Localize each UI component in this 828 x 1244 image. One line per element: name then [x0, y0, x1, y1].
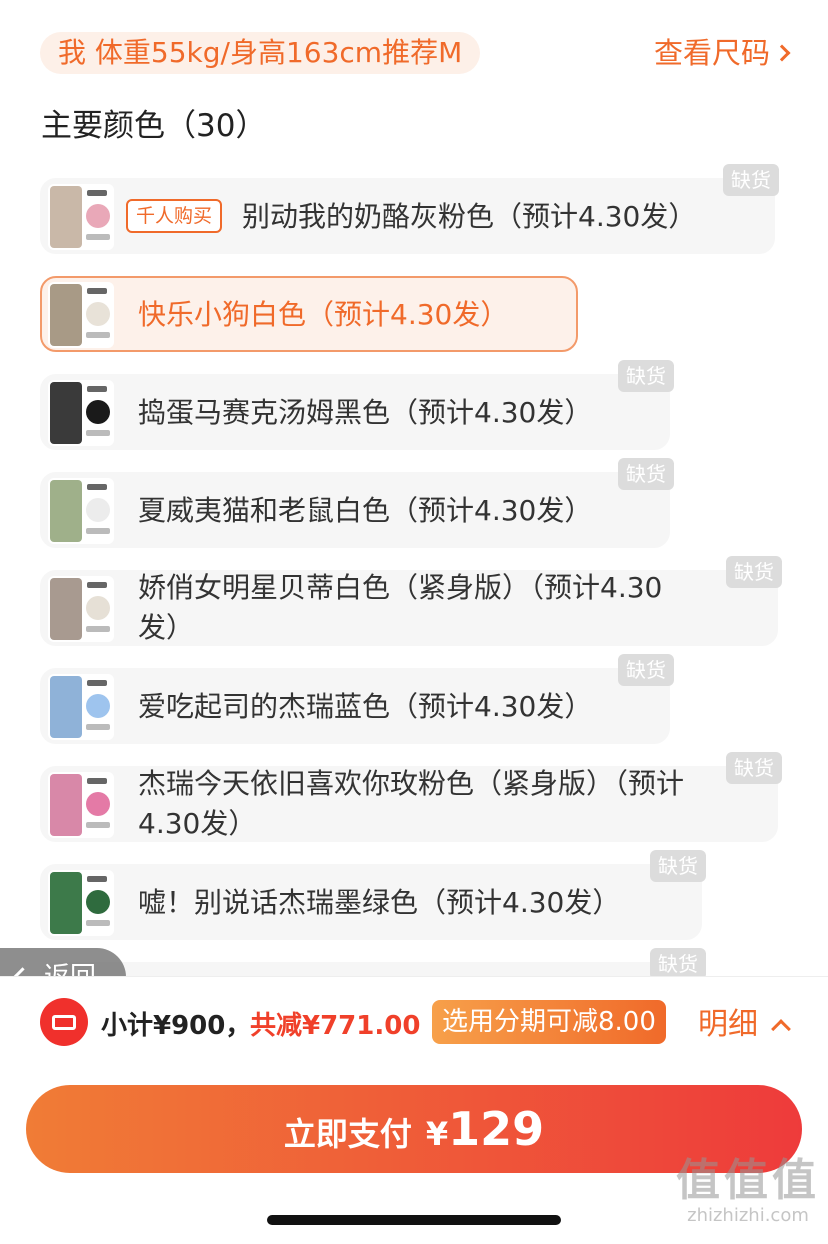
option-label: 别动我的奶酪灰粉色（预计4.30发） [242, 200, 697, 233]
color-option[interactable]: 嘘！别说话杰瑞墨绿色（预计4.30发） 缺货 [40, 850, 706, 940]
option-thumbnail [48, 870, 114, 936]
option-thumbnail [48, 576, 114, 642]
color-option[interactable]: 爱吃起司的杰瑞蓝色（预计4.30发） 缺货 [40, 654, 674, 744]
option-thumbnail [48, 478, 114, 544]
option-thumbnail [48, 674, 114, 740]
out-of-stock-badge: 缺货 [650, 850, 706, 882]
out-of-stock-badge: 缺货 [726, 556, 782, 588]
watermark-url: zhizhizhi.com [687, 1205, 809, 1226]
pay-amount: 129 [448, 1102, 545, 1156]
size-recommendation: 我 体重55kg/身高163cm推荐M [40, 32, 481, 74]
size-chart-link[interactable]: 查看尺码 [653, 32, 791, 74]
chevron-up-icon [771, 1019, 791, 1039]
pay-label: 立即支付 [283, 1115, 412, 1153]
out-of-stock-badge: 缺货 [618, 458, 674, 490]
option-label: 嘘！别说话杰瑞墨绿色（预计4.30发） [138, 886, 621, 919]
option-label: 杰瑞今天依旧喜欢你玫粉色（紧身版）（预计 [138, 767, 685, 800]
out-of-stock-badge: 缺货 [618, 360, 674, 392]
color-option[interactable]: 快乐小狗白色（预计4.30发） [40, 276, 578, 352]
checkout-bar: 小计¥900， 共减¥771.00 选用分期可减8.00 明细 立即支付 ¥129… [0, 976, 828, 1244]
watermark-logo: 值值值 [676, 1155, 820, 1206]
chevron-right-icon [773, 44, 791, 62]
total-discount: 共减¥771.00 [250, 1011, 421, 1041]
option-thumbnail [48, 772, 114, 838]
popular-badge: 千人购买 [126, 199, 223, 233]
color-option[interactable]: 杰瑞今天依旧喜欢你玫粉色（紧身版）（预计 4.30发） 缺货 [40, 752, 782, 842]
out-of-stock-badge: 缺货 [618, 654, 674, 686]
color-option[interactable]: 夏威夷猫和老鼠白色（预计4.30发） 缺货 [40, 458, 674, 548]
option-label-cont: 4.30发） [138, 807, 257, 840]
option-label-cont: 发） [138, 611, 195, 644]
color-option[interactable]: 缺货 [40, 948, 706, 976]
option-thumbnail [48, 380, 114, 446]
option-label: 爱吃起司的杰瑞蓝色（预计4.30发） [138, 690, 593, 723]
sku-sheet: 我 体重55kg/身高163cm推荐M 查看尺码 主要颜色（30） 千人购买 别动… [14, 0, 814, 976]
out-of-stock-badge: 缺货 [723, 164, 779, 196]
watermark: 值值值 zhizhizhi.com [676, 1157, 820, 1227]
option-label: 快乐小狗白色（预计4.30发） [138, 298, 509, 331]
home-indicator[interactable] [267, 1215, 561, 1225]
subtotal: 小计¥900， [101, 1011, 252, 1041]
details-label: 明细 [698, 1007, 758, 1042]
pay-currency: ¥ [425, 1115, 449, 1153]
color-option[interactable]: 娇俏女明星贝蒂白色（紧身版）（预计4.30 发） 缺货 [40, 556, 782, 646]
installment-badge[interactable]: 选用分期可减8.00 [432, 1000, 666, 1044]
color-option[interactable]: 捣蛋马赛克汤姆黑色（预计4.30发） 缺货 [40, 360, 674, 450]
option-thumbnail [48, 282, 114, 348]
option-thumbnail [48, 184, 114, 250]
color-option[interactable]: 千人购买 别动我的奶酪灰粉色（预计4.30发） 缺货 [40, 164, 779, 254]
out-of-stock-badge: 缺货 [650, 948, 706, 976]
out-of-stock-badge: 缺货 [726, 752, 782, 784]
section-title: 主要颜色（30） [41, 108, 267, 144]
details-toggle[interactable]: 明细 [698, 999, 791, 1043]
size-chart-label: 查看尺码 [653, 36, 770, 70]
option-label: 娇俏女明星贝蒂白色（紧身版）（预计4.30 [138, 571, 663, 604]
option-label: 捣蛋马赛克汤姆黑色（预计4.30发） [138, 396, 593, 429]
option-label: 夏威夷猫和老鼠白色（预计4.30发） [138, 494, 593, 527]
coupon-icon [40, 998, 88, 1046]
